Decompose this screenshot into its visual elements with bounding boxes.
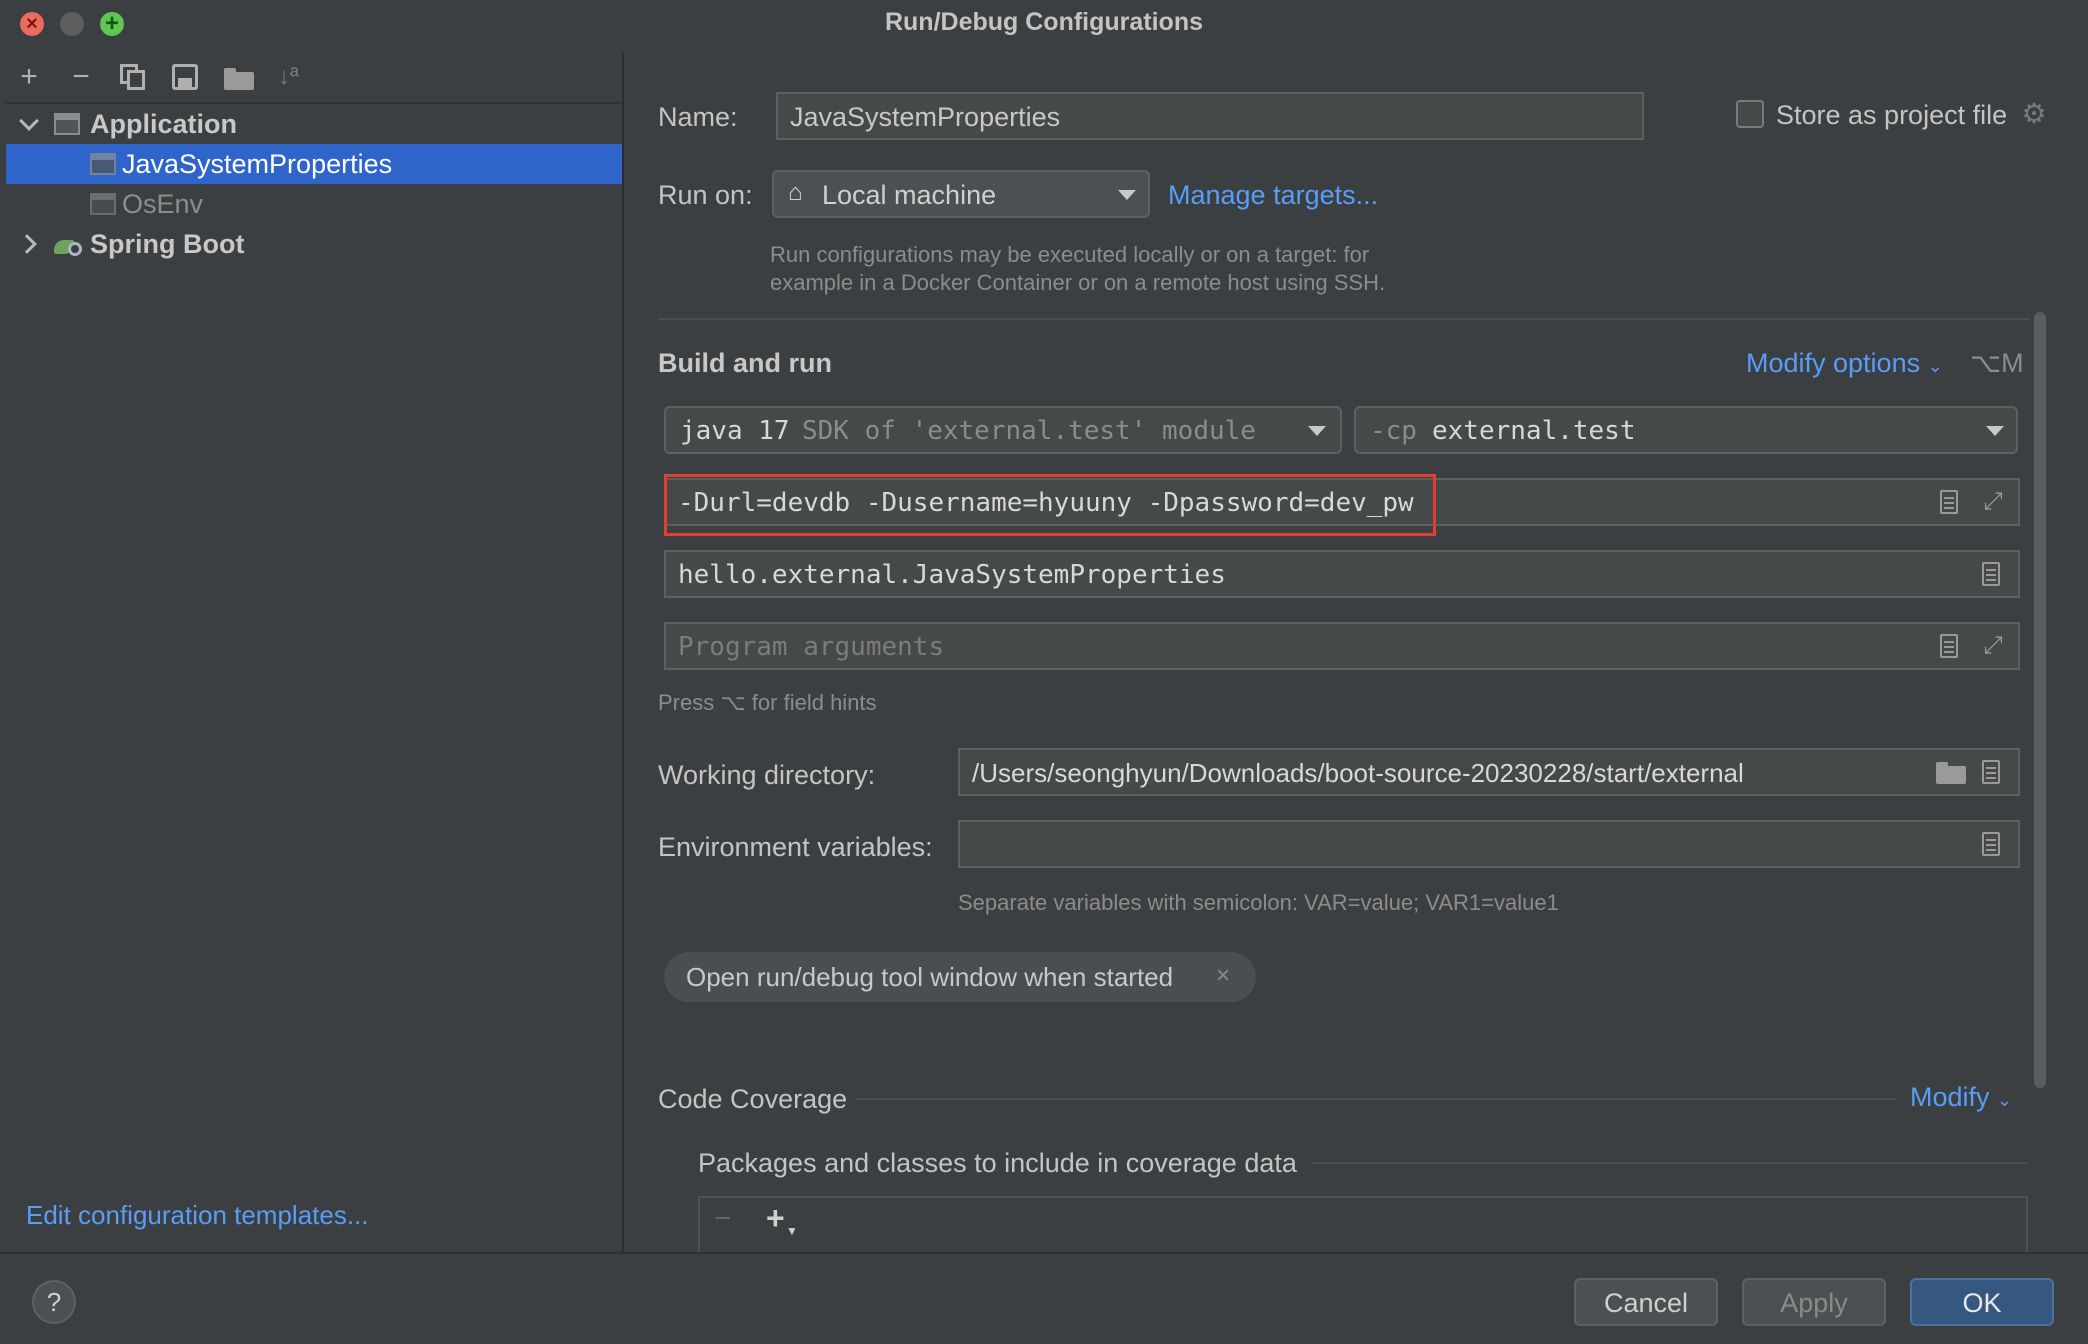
- modify-options-shortcut: ⌥M: [1970, 348, 2024, 378]
- open-tool-window-chip[interactable]: Open run/debug tool window when started …: [664, 952, 1256, 1002]
- tree-node-label: Spring Boot: [90, 229, 245, 259]
- remove-package-icon[interactable]: −: [714, 1202, 732, 1236]
- tree-node-label: Application: [90, 109, 237, 139]
- edit-configuration-templates-link[interactable]: Edit configuration templates...: [26, 1200, 369, 1231]
- tree-item-javasystemproperties[interactable]: JavaSystemProperties: [6, 144, 622, 184]
- insert-macro-icon[interactable]: [1940, 634, 1958, 658]
- modify-coverage-link[interactable]: Modify ⌄: [1910, 1082, 2012, 1113]
- application-icon: [90, 153, 116, 175]
- chevron-down-icon[interactable]: [20, 114, 40, 134]
- modify-label: Modify: [1910, 1082, 1990, 1112]
- section-divider: [856, 1098, 1896, 1100]
- close-icon[interactable]: ×: [1216, 962, 1230, 990]
- environment-variables-label: Environment variables:: [658, 832, 933, 862]
- expand-icon[interactable]: ⤢: [1980, 632, 2006, 658]
- spring-boot-icon: [52, 232, 84, 258]
- environment-variables-hint: Separate variables with semicolon: VAR=v…: [958, 890, 1559, 915]
- jdk-version: java 17: [680, 416, 790, 446]
- store-as-project-file-label[interactable]: Store as project file: [1776, 100, 2007, 131]
- remove-configuration-icon[interactable]: −: [66, 62, 96, 92]
- gear-icon[interactable]: ⚙: [2020, 100, 2048, 128]
- run-on-hint-line2: example in a Docker Container or on a re…: [770, 270, 1386, 295]
- tree-node-application[interactable]: Application: [6, 104, 622, 144]
- insert-macro-icon[interactable]: [1940, 490, 1958, 514]
- chevron-down-icon: ⌄: [1927, 356, 1943, 376]
- folder-icon[interactable]: [1936, 762, 1966, 784]
- name-input[interactable]: JavaSystemProperties: [776, 92, 1644, 140]
- packages-list: − + ▼: [698, 1196, 2028, 1252]
- main-class-input[interactable]: hello.external.JavaSystemProperties: [664, 550, 2020, 598]
- chevron-down-icon: [1308, 426, 1326, 436]
- chevron-right-icon[interactable]: [20, 234, 40, 254]
- manage-targets-link[interactable]: Manage targets...: [1168, 180, 1378, 211]
- build-and-run-title: Build and run: [658, 348, 832, 378]
- tree-item-label: OsEnv: [122, 189, 204, 219]
- section-divider: [1312, 1162, 2028, 1164]
- window-title: Run/Debug Configurations: [884, 8, 1204, 36]
- working-directory-input[interactable]: /Users/seonghyun/Downloads/boot-source-2…: [958, 748, 2020, 796]
- run-on-hint-line1: Run configurations may be executed local…: [770, 242, 1370, 267]
- tree-node-spring-boot[interactable]: Spring Boot: [6, 224, 622, 264]
- code-coverage-title: Code Coverage: [658, 1084, 848, 1114]
- scrollbar[interactable]: [2034, 312, 2046, 1088]
- name-label: Name:: [658, 102, 738, 132]
- program-arguments-input[interactable]: Program arguments ⤢: [664, 622, 2020, 670]
- working-directory-label: Working directory:: [658, 760, 876, 790]
- environment-variables-input[interactable]: [958, 820, 2020, 868]
- ok-button[interactable]: OK: [1910, 1278, 2054, 1326]
- application-icon: [90, 193, 116, 215]
- apply-button[interactable]: Apply: [1742, 1278, 1886, 1326]
- panel-divider[interactable]: [622, 52, 624, 1252]
- expand-icon[interactable]: ⤢: [1980, 488, 2006, 514]
- chevron-down-icon: ⌄: [1997, 1090, 2013, 1110]
- add-configuration-icon[interactable]: +: [14, 62, 44, 92]
- working-directory-value: /Users/seonghyun/Downloads/boot-source-2…: [972, 758, 1744, 788]
- chevron-down-icon: ▼: [786, 1224, 798, 1238]
- classpath-dropdown[interactable]: -cp external.test: [1354, 406, 2018, 454]
- section-divider: [658, 318, 2030, 320]
- help-button[interactable]: ?: [32, 1280, 76, 1324]
- chevron-down-icon: [1118, 190, 1136, 200]
- modify-options-link[interactable]: Modify options ⌄: [1746, 348, 1943, 379]
- browse-class-icon[interactable]: [1982, 562, 2000, 586]
- edit-environment-icon[interactable]: [1982, 832, 2000, 856]
- run-on-value: Local machine: [822, 180, 997, 210]
- modify-options-label: Modify options: [1746, 348, 1921, 378]
- store-as-project-file-checkbox[interactable]: [1736, 100, 1764, 128]
- home-icon: ⌂: [788, 179, 803, 206]
- tree-item-osenv[interactable]: OsEnv: [6, 184, 622, 224]
- jdk-detail: SDK of 'external.test' module: [802, 416, 1256, 446]
- application-icon: [54, 113, 80, 135]
- add-package-icon[interactable]: +: [766, 1200, 785, 1237]
- footer-separator: [0, 1252, 2088, 1254]
- tree-item-label: JavaSystemProperties: [122, 149, 393, 179]
- program-arguments-placeholder: Program arguments: [678, 632, 945, 662]
- sort-icon[interactable]: ↓ª: [278, 62, 306, 92]
- highlight-box: [664, 474, 1436, 536]
- field-hints-text: Press ⌥ for field hints: [658, 690, 877, 715]
- classpath-value: external.test: [1432, 416, 1636, 446]
- copy-configuration-icon[interactable]: [120, 64, 146, 90]
- insert-macro-icon[interactable]: [1982, 760, 2000, 784]
- run-on-dropdown[interactable]: ⌂ Local machine: [772, 170, 1150, 218]
- packages-label: Packages and classes to include in cover…: [698, 1148, 1297, 1178]
- run-on-label: Run on:: [658, 180, 753, 210]
- cancel-button[interactable]: Cancel: [1574, 1278, 1718, 1326]
- name-input-value: JavaSystemProperties: [790, 102, 1061, 132]
- new-folder-icon[interactable]: [224, 68, 254, 90]
- chip-label: Open run/debug tool window when started: [686, 962, 1174, 992]
- main-class-value: hello.external.JavaSystemProperties: [678, 560, 1226, 590]
- save-configuration-icon[interactable]: [172, 64, 198, 90]
- classpath-prefix: -cp: [1370, 416, 1417, 446]
- jdk-dropdown[interactable]: java 17 SDK of 'external.test' module: [664, 406, 1342, 454]
- chevron-down-icon: [1986, 426, 2004, 436]
